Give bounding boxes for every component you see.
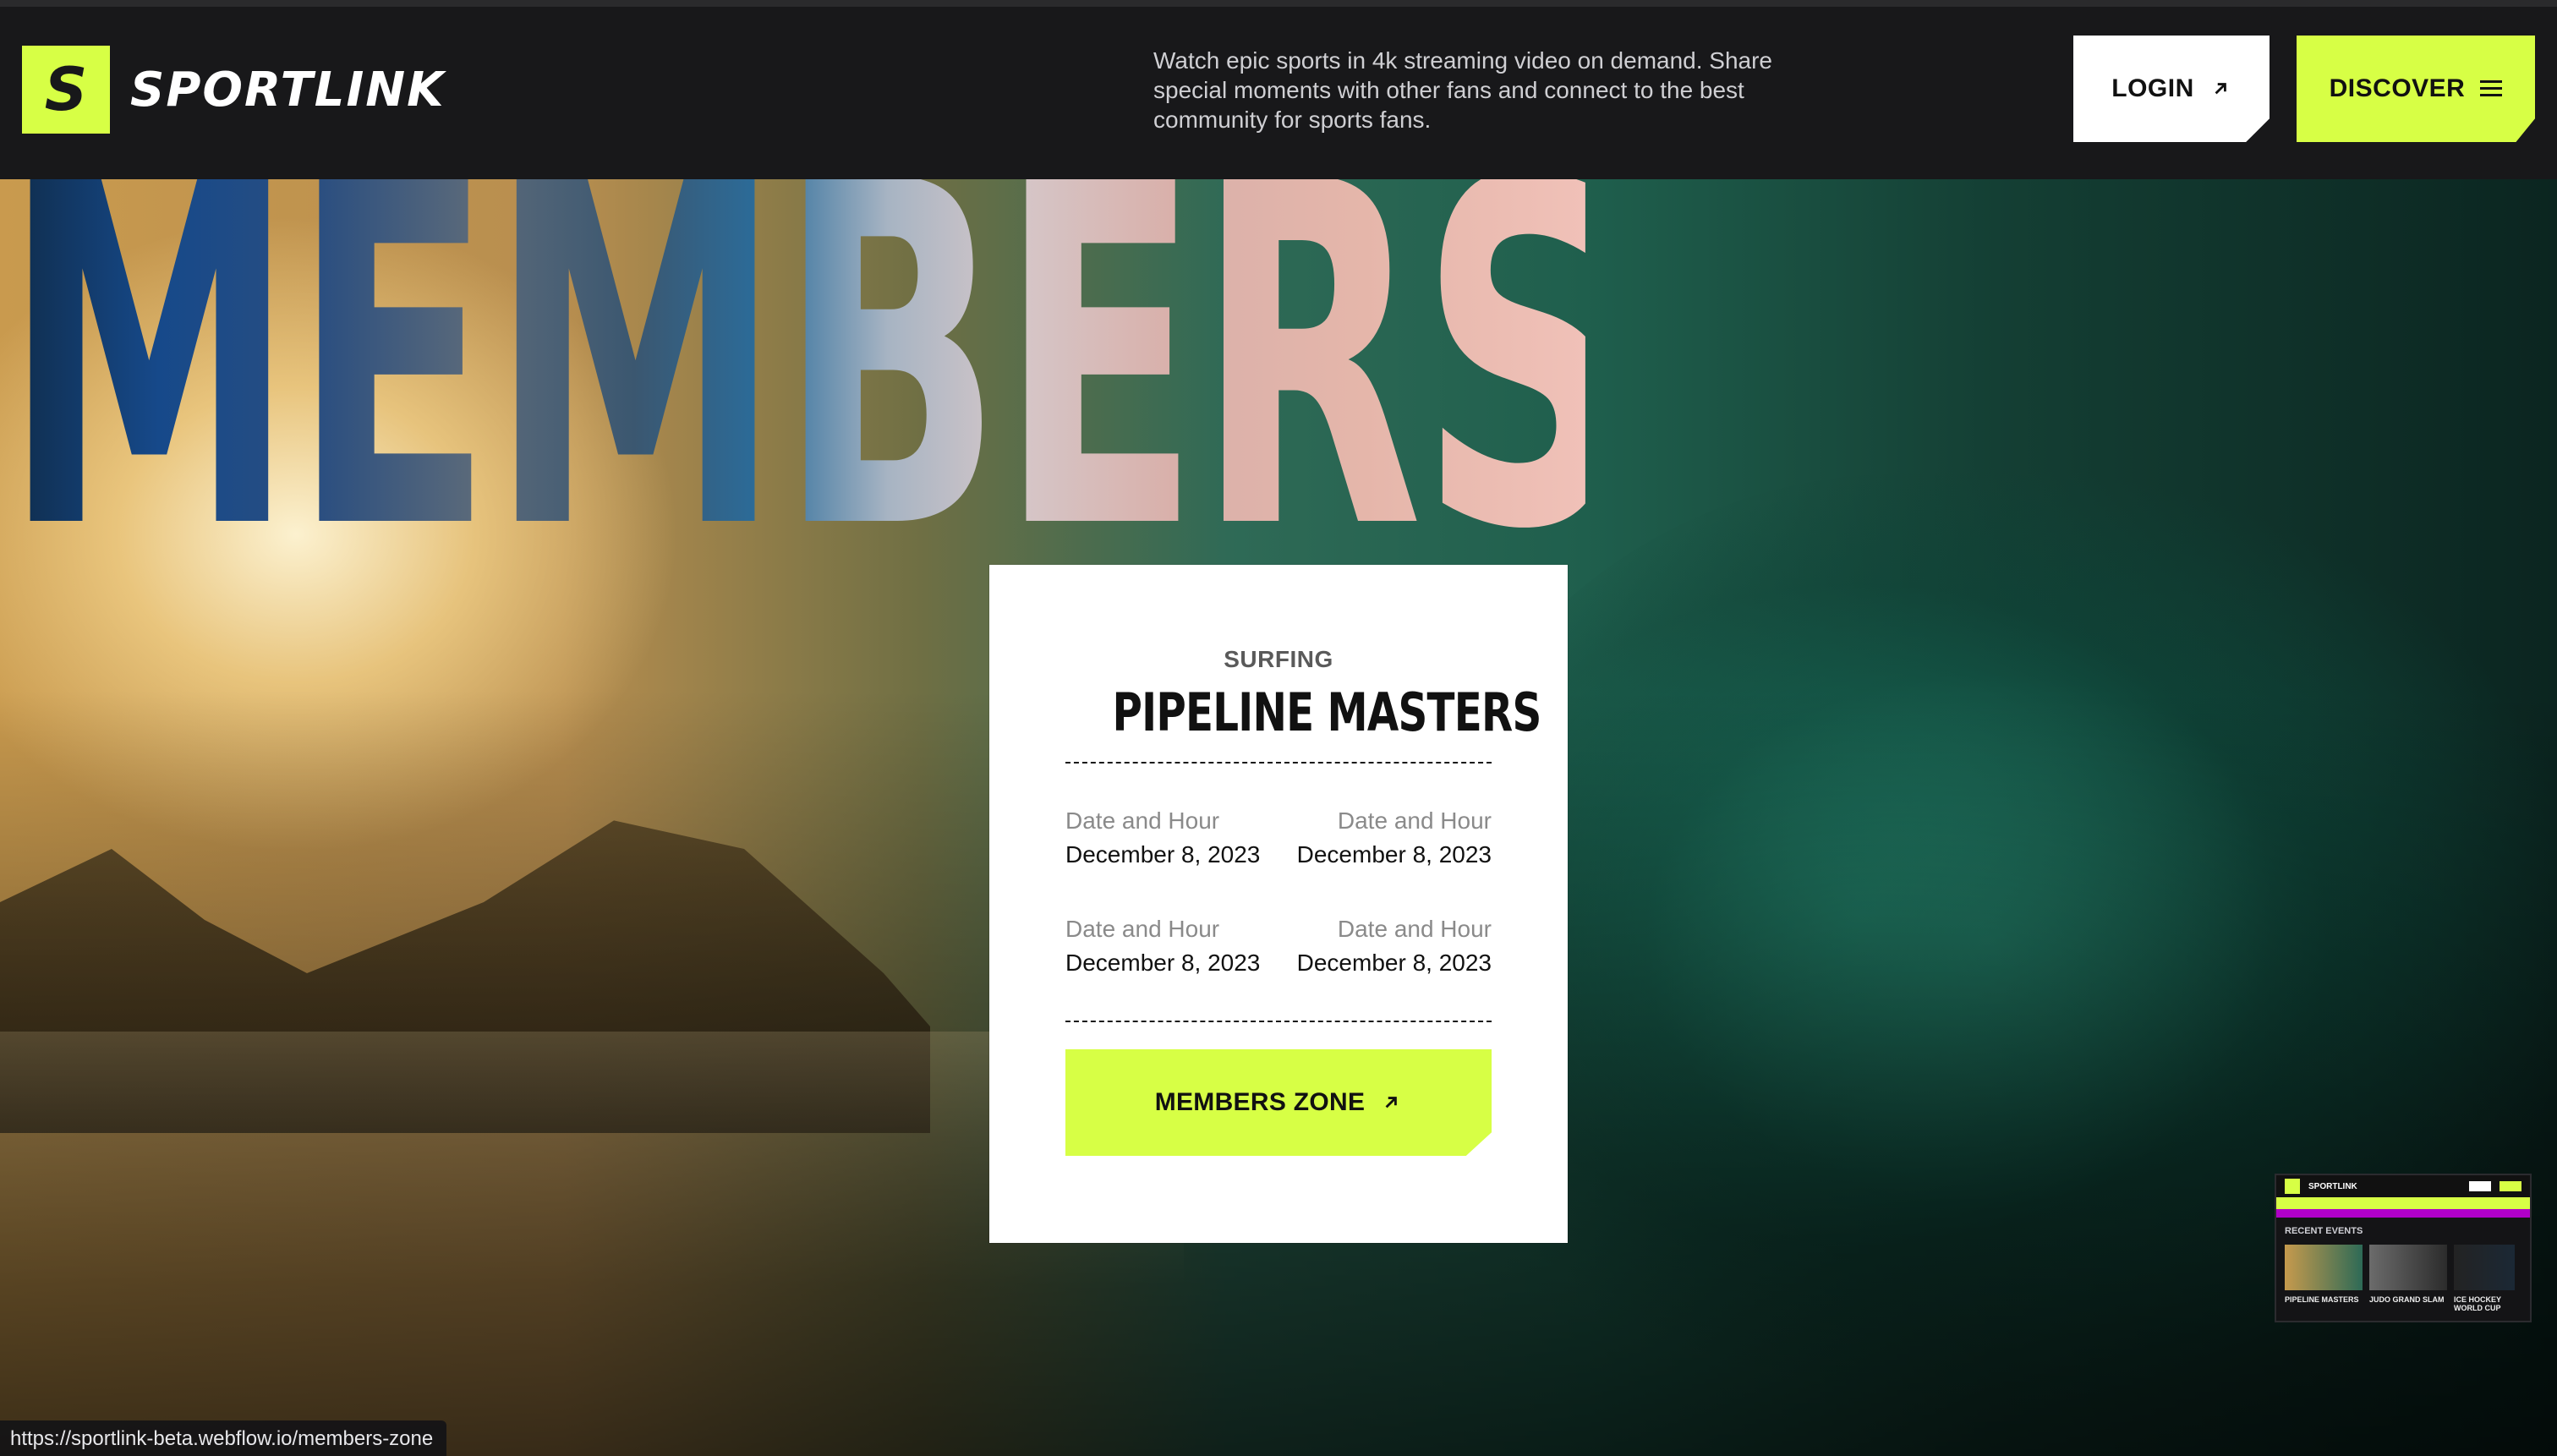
arrow-up-right-icon xyxy=(2215,83,2226,95)
event-schedule-row-2: Date and Hour December 8, 2023 Date and … xyxy=(1065,912,1492,980)
preview-section-label: RECENT EVENTS xyxy=(2285,1226,2363,1236)
members-zone-button[interactable]: MEMBERS ZONE xyxy=(1065,1049,1492,1156)
preview-logo-icon xyxy=(2285,1179,2300,1194)
preview-thumb-hockey xyxy=(2454,1245,2515,1290)
discover-label: DISCOVER xyxy=(2329,74,2466,102)
preview-discover-button xyxy=(2500,1181,2521,1191)
top-navigation: S SPORTLINK Watch epic sports in 4k stre… xyxy=(0,0,2557,179)
schedule-cell-left: Date and Hour December 8, 2023 xyxy=(1065,804,1260,872)
preview-caption: JUDO GRAND SLAM xyxy=(2369,1295,2445,1304)
schedule-cell-right: Date and Hour December 8, 2023 xyxy=(1297,912,1492,980)
schedule-date: December 8, 2023 xyxy=(1296,841,1492,868)
card-divider-top xyxy=(1065,762,1492,764)
preview-thumb-judo xyxy=(2369,1245,2447,1290)
preview-topbar: SPORTLINK xyxy=(2276,1175,2530,1197)
hero-headline: MEMBERS ONLY xyxy=(0,121,2557,594)
browser-status-url: https://sportlink-beta.webflow.io/member… xyxy=(0,1420,447,1456)
discover-button[interactable]: DISCOVER xyxy=(2297,36,2535,142)
menu-icon xyxy=(2480,80,2503,97)
schedule-label: Date and Hour xyxy=(1065,916,1220,942)
preview-caption: ICE HOCKEY WORLD CUP xyxy=(2454,1295,2501,1312)
logo-mark-letter: S xyxy=(44,55,88,124)
schedule-cell-left: Date and Hour December 8, 2023 xyxy=(1065,912,1260,980)
schedule-label: Date and Hour xyxy=(1337,916,1492,942)
preview-login-button xyxy=(2469,1181,2491,1191)
schedule-cell-right: Date and Hour December 8, 2023 xyxy=(1297,804,1492,872)
event-card: SURFING PIPELINE MASTERS Date and Hour D… xyxy=(989,565,1568,1243)
arrow-up-right-icon xyxy=(1385,1097,1398,1108)
page-preview-thumbnail[interactable]: SPORTLINK RECENT EVENTS PIPELINE MASTERS… xyxy=(2275,1174,2532,1322)
event-schedule-row-1: Date and Hour December 8, 2023 Date and … xyxy=(1065,804,1492,872)
preview-thumb-surfing xyxy=(2285,1245,2363,1290)
logo[interactable]: S SPORTLINK xyxy=(22,46,446,134)
tagline: Watch epic sports in 4k streaming video … xyxy=(1153,47,1773,133)
logo-text: SPORTLINK xyxy=(130,62,446,118)
preview-captions: PIPELINE MASTERS JUDO GRAND SLAM ICE HOC… xyxy=(2285,1295,2521,1312)
login-label: LOGIN xyxy=(2111,74,2194,102)
preview-caption: PIPELINE MASTERS xyxy=(2285,1295,2359,1304)
preview-thumbnails xyxy=(2285,1245,2521,1290)
preview-brand: SPORTLINK xyxy=(2308,1181,2357,1191)
schedule-date: December 8, 2023 xyxy=(1296,950,1492,976)
members-zone-label: MEMBERS ZONE xyxy=(1154,1088,1366,1116)
preview-ticker-strip-purple xyxy=(2276,1209,2530,1218)
preview-recent-events: RECENT EVENTS PIPELINE MASTERS JUDO GRAN… xyxy=(2276,1218,2530,1321)
event-title: PIPELINE MASTERS xyxy=(1112,681,1541,743)
login-button[interactable]: LOGIN xyxy=(2073,36,2270,142)
schedule-date: December 8, 2023 xyxy=(1065,841,1261,868)
sportlink-members-page: MEMBERS ONLY S SPORTLINK Watch epic spor… xyxy=(0,0,2557,1456)
event-category: SURFING xyxy=(1224,646,1333,672)
logo-mark-icon: S xyxy=(22,46,110,134)
card-divider-bottom xyxy=(1065,1021,1492,1022)
schedule-label: Date and Hour xyxy=(1065,807,1220,834)
preview-ticker-strip xyxy=(2276,1197,2530,1209)
schedule-date: December 8, 2023 xyxy=(1065,950,1261,976)
schedule-label: Date and Hour xyxy=(1337,807,1492,834)
